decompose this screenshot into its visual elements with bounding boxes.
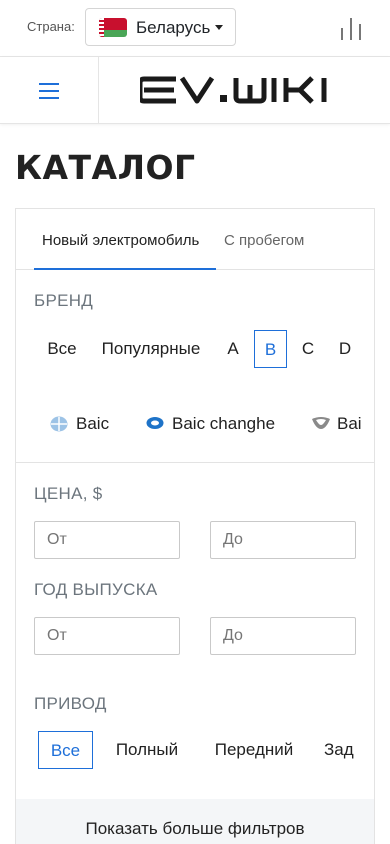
brand-name: Bai (337, 414, 362, 433)
drive-all[interactable]: Все (38, 731, 93, 769)
year-label: ГОД ВЫПУСКА (34, 580, 158, 599)
letter-b[interactable]: B (254, 330, 287, 368)
drive-rwd[interactable]: Зад (324, 731, 374, 769)
page-title: КАТАЛОГ (15, 148, 196, 187)
tab-used[interactable]: С пробегом (224, 232, 304, 249)
brand-name: Baic (76, 414, 110, 433)
belarus-flag-icon (99, 18, 127, 37)
show-more-filters-button[interactable]: Показать больше фильтров (16, 799, 374, 844)
letter-c[interactable]: C (295, 330, 321, 368)
baic-changhe-logo-icon (146, 417, 164, 429)
compare-icon[interactable] (340, 16, 362, 40)
year-from-input[interactable] (34, 617, 180, 655)
letter-a[interactable]: A (220, 330, 246, 368)
caret-down-icon (215, 25, 223, 30)
catalog-filter-card: Новый электромобиль С пробегом БРЕНД Все… (15, 208, 375, 844)
active-tab-indicator (34, 268, 216, 270)
country-name: Беларусь (136, 18, 211, 37)
hamburger-menu-icon[interactable] (0, 57, 99, 123)
brand-logo-icon (312, 417, 330, 429)
condition-tabs: Новый электромобиль С пробегом (16, 209, 374, 270)
brand-item[interactable]: Baic (50, 413, 130, 435)
divider (16, 462, 374, 463)
drive-label: ПРИВОД (34, 694, 107, 713)
price-to-input[interactable] (210, 521, 356, 559)
show-more-filters-label: Показать больше фильтров (85, 819, 305, 838)
brand-label: БРЕНД (34, 291, 94, 310)
site-header (0, 57, 390, 124)
price-from-input[interactable] (34, 521, 180, 559)
baic-logo-icon (50, 416, 68, 432)
drive-awd[interactable]: Полный (107, 731, 187, 769)
letter-d[interactable]: D (332, 330, 358, 368)
letter-popular[interactable]: Популярные (98, 330, 204, 368)
year-to-input[interactable] (210, 617, 356, 655)
brand-item[interactable]: Baic changhe (146, 413, 286, 435)
brand-name: Baic changhe (172, 414, 276, 433)
country-select[interactable]: Беларусь (85, 8, 236, 46)
price-label: ЦЕНА, $ (34, 484, 103, 503)
tab-new-ev[interactable]: Новый электромобиль (42, 232, 199, 249)
drive-fwd[interactable]: Передний (204, 731, 304, 769)
country-label: Страна: (27, 19, 75, 34)
brand-item[interactable]: Bai (311, 413, 374, 435)
ev-wiki-logo[interactable] (140, 75, 348, 105)
country-bar: Страна: Беларусь (0, 0, 390, 57)
letter-all[interactable]: Все (35, 330, 89, 368)
